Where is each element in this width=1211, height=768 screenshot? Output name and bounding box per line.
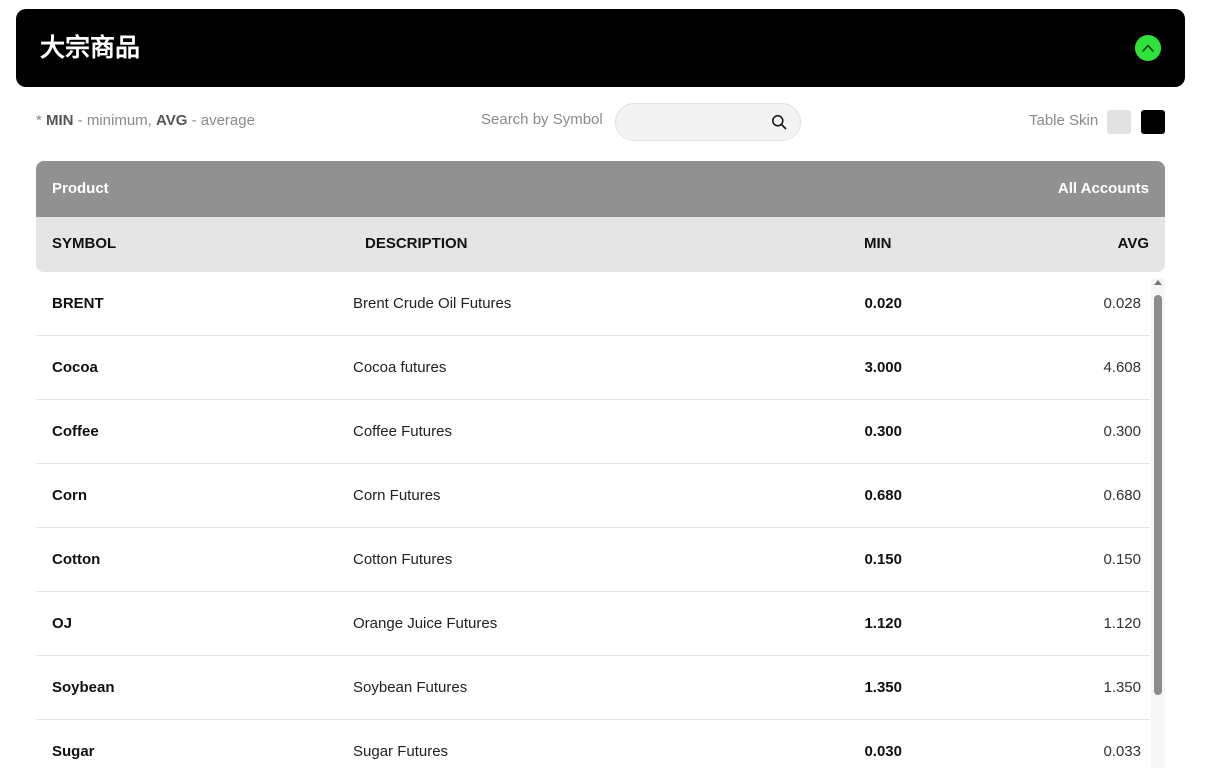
cell-description: Coffee Futures — [353, 423, 452, 440]
section-title: 大宗商品 — [40, 33, 141, 62]
chevron-up-icon — [1142, 44, 1154, 52]
table-column-header: SYMBOL DESCRIPTION MIN AVG — [36, 217, 1165, 272]
table-row[interactable]: Soybean Soybean Futures 1.350 1.350 — [36, 656, 1150, 720]
column-header-description[interactable]: DESCRIPTION — [365, 235, 468, 252]
column-header-min[interactable]: MIN — [864, 235, 892, 252]
cell-avg: 1.120 — [1103, 615, 1141, 632]
cell-symbol: Coffee — [52, 423, 99, 440]
scroll-up-arrow-icon[interactable] — [1154, 280, 1162, 285]
table-row[interactable]: BRENT Brent Crude Oil Futures 0.020 0.02… — [36, 272, 1150, 336]
cell-min: 1.350 — [864, 679, 902, 696]
table-body: BRENT Brent Crude Oil Futures 0.020 0.02… — [36, 272, 1150, 768]
search-label: Search by Symbol — [481, 111, 603, 128]
cell-description: Corn Futures — [353, 487, 441, 504]
cell-min: 0.150 — [864, 551, 902, 568]
cell-description: Cocoa futures — [353, 359, 447, 376]
table-row[interactable]: Sugar Sugar Futures 0.030 0.033 — [36, 720, 1150, 768]
table-group-header: Product All Accounts — [36, 161, 1165, 217]
cell-min: 3.000 — [864, 359, 902, 376]
search-box — [615, 103, 801, 142]
cell-avg: 0.680 — [1103, 487, 1141, 504]
cell-avg: 0.033 — [1103, 743, 1141, 760]
cell-min: 0.680 — [864, 487, 902, 504]
section-header: 大宗商品 — [16, 9, 1185, 87]
cell-min: 0.300 — [864, 423, 902, 440]
table-row[interactable]: Coffee Coffee Futures 0.300 0.300 — [36, 400, 1150, 464]
table-row[interactable]: Corn Corn Futures 0.680 0.680 — [36, 464, 1150, 528]
table-row[interactable]: Cotton Cotton Futures 0.150 0.150 — [36, 528, 1150, 592]
cell-min: 0.030 — [864, 743, 902, 760]
table-skin-light-button[interactable] — [1107, 110, 1131, 134]
cell-symbol: Cotton — [52, 551, 101, 568]
search-icon[interactable] — [771, 114, 787, 130]
cell-avg: 4.608 — [1103, 359, 1141, 376]
column-header-avg[interactable]: AVG — [1118, 235, 1149, 252]
table-skin-label: Table Skin — [1029, 112, 1099, 129]
table-row[interactable]: OJ Orange Juice Futures 1.120 1.120 — [36, 592, 1150, 656]
collapse-button[interactable] — [1135, 35, 1161, 61]
product-group-header: Product — [52, 180, 109, 197]
search-input[interactable] — [630, 104, 764, 142]
all-accounts-group-header: All Accounts — [1057, 180, 1149, 197]
cell-symbol: Corn — [52, 487, 87, 504]
cell-description: Brent Crude Oil Futures — [353, 295, 512, 312]
scrollbar-thumb[interactable] — [1154, 295, 1162, 695]
table-row[interactable]: Cocoa Cocoa futures 3.000 4.608 — [36, 336, 1150, 400]
column-header-symbol[interactable]: SYMBOL — [52, 235, 116, 252]
cell-min: 1.120 — [864, 615, 902, 632]
cell-symbol: Sugar — [52, 743, 95, 760]
cell-symbol: Cocoa — [52, 359, 98, 376]
cell-description: Soybean Futures — [353, 679, 468, 696]
cell-description: Cotton Futures — [353, 551, 453, 568]
cell-avg: 0.300 — [1103, 423, 1141, 440]
cell-description: Sugar Futures — [353, 743, 449, 760]
legend-avg-abbr: AVG — [156, 112, 188, 129]
cell-description: Orange Juice Futures — [353, 615, 498, 632]
cell-symbol: Soybean — [52, 679, 115, 696]
cell-symbol: OJ — [52, 615, 73, 632]
legend-star: * — [36, 112, 47, 129]
cell-avg: 1.350 — [1103, 679, 1141, 696]
cell-min: 0.020 — [864, 295, 902, 312]
table-skin-dark-button[interactable] — [1141, 110, 1165, 134]
legend-min-text: - minimum, — [73, 112, 157, 129]
cell-symbol: BRENT — [52, 295, 104, 312]
legend-avg-text: - average — [187, 112, 255, 129]
legend-min-abbr: MIN — [46, 112, 74, 129]
table-scrollbar[interactable] — [1151, 278, 1165, 768]
cell-avg: 0.028 — [1103, 295, 1141, 312]
abbreviation-legend: * MIN - minimum, AVG - average — [36, 112, 255, 129]
cell-avg: 0.150 — [1103, 551, 1141, 568]
